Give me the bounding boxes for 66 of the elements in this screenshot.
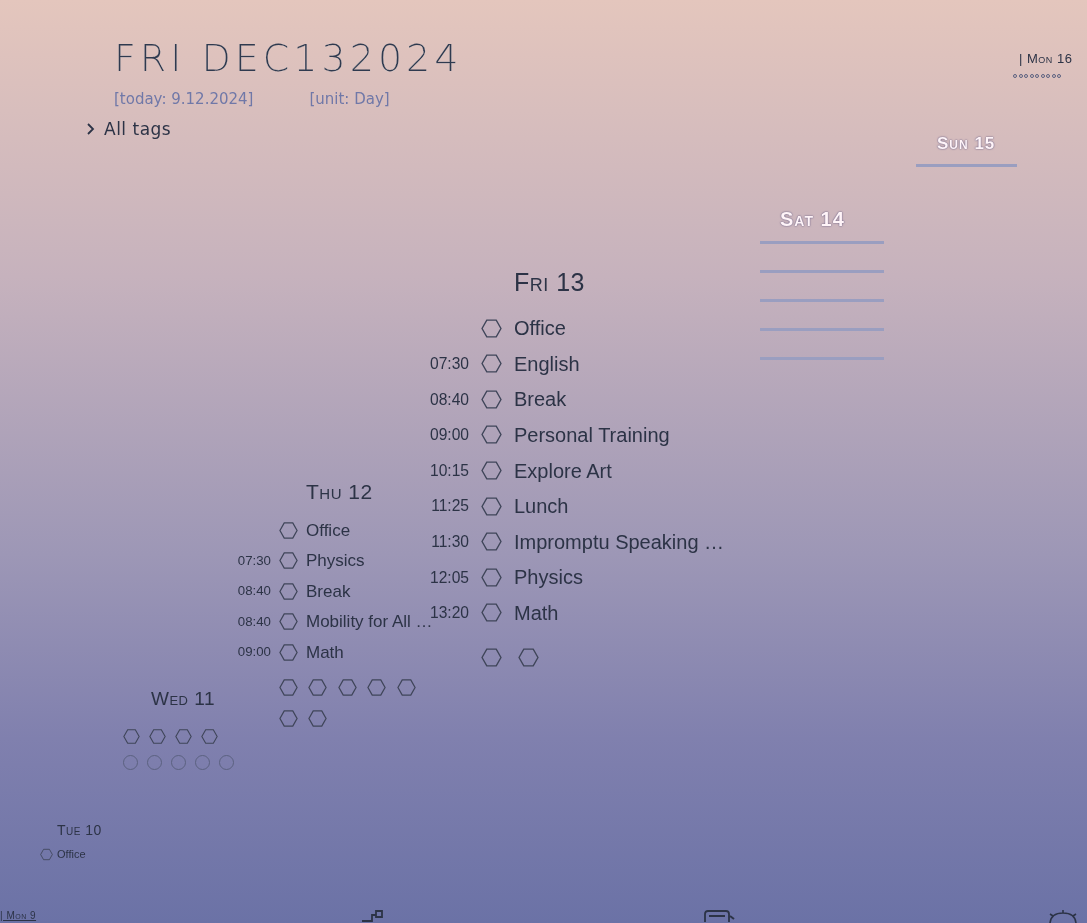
hexagon-icon[interactable] [279, 581, 298, 601]
day-heading[interactable]: | Mon 9 [0, 910, 37, 921]
note-edit-icon[interactable] [702, 910, 736, 922]
hexagon-icon[interactable] [308, 708, 328, 728]
hexagon-icon[interactable] [279, 677, 298, 697]
event-title[interactable]: Office [57, 845, 86, 863]
hexagon-icon[interactable] [175, 728, 192, 745]
day-heading[interactable]: Fri 13 [514, 268, 586, 296]
unit-link[interactable]: [unit: Day] [309, 88, 390, 111]
event-title[interactable]: Physics [306, 548, 365, 574]
chevron-icon [86, 123, 96, 136]
hexagon-icon[interactable] [481, 566, 502, 588]
event-time: 10:15 [429, 460, 469, 481]
hexagon-icon[interactable] [481, 317, 502, 339]
hexagon-icon[interactable] [279, 612, 298, 632]
event-title[interactable]: Explore Art [514, 455, 612, 486]
today-link[interactable]: [today: 9.12.2024] [114, 88, 254, 111]
event-time: 07:30 [237, 551, 271, 570]
hexagon-icon[interactable] [279, 551, 298, 571]
hexagon-icon[interactable] [122, 728, 140, 745]
event-title[interactable]: Lunch [514, 491, 569, 522]
day-heading[interactable]: Tue 10 [57, 822, 102, 838]
event-title[interactable]: Break [514, 384, 567, 415]
day-heading[interactable]: | Mon 16 [1019, 51, 1073, 66]
hexagon-icon[interactable] [367, 677, 387, 697]
hexagon-icon[interactable] [308, 677, 328, 697]
day-heading[interactable]: Thu 12 [306, 480, 373, 503]
event-title[interactable]: Break [306, 578, 351, 605]
event-time: 08:40 [237, 582, 271, 601]
event-title[interactable]: Math [306, 639, 344, 666]
event-title[interactable]: Office [306, 517, 351, 544]
hexagon-icon[interactable] [481, 388, 502, 410]
event-title[interactable]: Math [514, 597, 559, 628]
event-time: 08:40 [429, 389, 469, 410]
event-title[interactable]: English [514, 348, 580, 379]
hexagon-icon[interactable] [148, 728, 166, 745]
date-title: FRI DEC132024 [114, 35, 463, 82]
event-time: 09:00 [237, 643, 271, 662]
event-time: 09:00 [429, 425, 469, 446]
day-heading[interactable]: Wed 11 [151, 688, 215, 709]
hexagon-icon[interactable] [517, 646, 539, 668]
hexagon-icon[interactable] [481, 424, 502, 446]
event-time: 11:25 [431, 496, 469, 517]
hexagon-icon[interactable] [396, 677, 416, 697]
event-title[interactable]: Impromptu Speaking … [514, 526, 725, 557]
hexagon-icon[interactable] [337, 677, 357, 697]
event-time: 08:40 [237, 612, 271, 631]
hexagon-icon[interactable] [481, 495, 502, 517]
hexagon-icon[interactable] [481, 602, 502, 624]
flow-icon[interactable] [362, 910, 386, 922]
hexagon-icon[interactable] [481, 460, 502, 482]
event-time: 11:30 [431, 532, 469, 553]
sun-icon[interactable] [1048, 910, 1078, 923]
hexagon-icon[interactable] [481, 646, 502, 668]
tags-toggle[interactable]: All tags [86, 116, 172, 142]
hexagon-icon[interactable] [481, 531, 502, 553]
hexagon-icon[interactable] [279, 708, 298, 728]
hexagon-icon[interactable] [279, 642, 298, 662]
event-time: 12:05 [429, 567, 469, 588]
hexagon-icon[interactable] [279, 520, 298, 540]
event-time: 07:30 [429, 354, 469, 375]
hexagon-icon[interactable] [481, 353, 502, 375]
event-title[interactable]: Personal Training [514, 419, 670, 450]
event-title[interactable]: Office [514, 313, 566, 344]
event-title[interactable]: Physics [514, 562, 583, 593]
hexagon-icon[interactable] [201, 728, 219, 745]
